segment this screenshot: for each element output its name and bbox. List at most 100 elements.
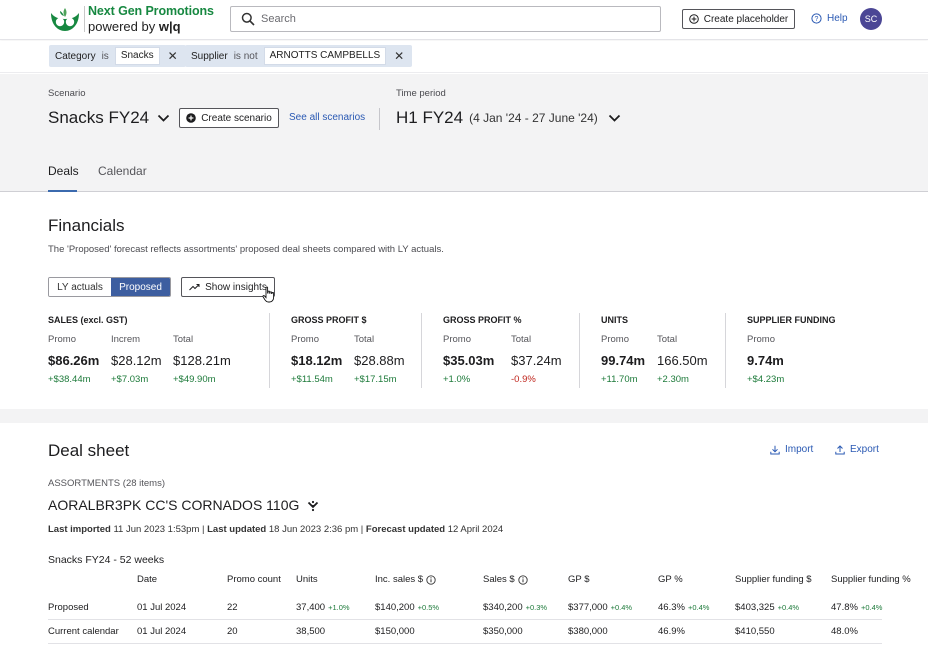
svg-text:?: ? [815,16,819,23]
header-divider [379,108,380,130]
hand-cursor-icon [262,286,275,303]
scenario-dropdown[interactable]: Snacks FY24 [48,108,170,128]
help-icon: ? [811,13,822,24]
row-divider [48,619,882,620]
logo-divider [84,6,85,32]
metric-value: $37.24m [511,353,562,368]
table-cell: 20 [227,626,238,637]
table-cell: $150,000 [375,626,415,637]
metric-delta: +$11.54m [291,374,333,385]
metric-delta: +11.70m [601,374,638,385]
create-placeholder-button[interactable]: Create placeholder [682,9,795,29]
cell-value: $377,000 [568,602,608,613]
metric-value: $86.26m [48,353,100,368]
metric-label: Total [511,334,532,345]
info-icon[interactable] [426,574,436,585]
help-label: Help [827,13,848,24]
cell-value: $403,325 [735,602,775,613]
cell-delta: +0.4% [687,603,710,612]
top-bar: Next Gen Promotions powered by w|q Creat… [0,0,928,40]
column-header-promo-count: Promo count [227,574,281,585]
column-header-sales: Sales $ [483,574,528,585]
metric-value: $35.03m [443,353,495,368]
table-cell: 48.0% [831,626,858,637]
cell-delta: +0.3% [525,603,548,612]
toggle-proposed[interactable]: Proposed [111,278,170,296]
create-placeholder-label: Create placeholder [703,13,789,25]
cell-value: $140,200 [375,602,415,613]
metric-label: Promo [601,334,629,345]
filter-operator: is [101,50,109,62]
tab-calendar[interactable]: Calendar [98,164,147,178]
chevron-down-icon [608,114,620,122]
brand-sub-prefix: powered by [88,19,156,34]
time-period-dropdown[interactable]: H1 FY24 (4 Jan '24 - 27 June '24) [396,108,621,128]
table-cell: $377,000 +0.4% [568,602,632,613]
info-icon[interactable] [518,574,528,585]
column-header-label: GP $ [568,574,590,585]
metric-label: Promo [291,334,319,345]
metric-label: Promo [48,334,76,345]
metric-label: Promo [747,334,775,345]
plus-circle-filled-icon [186,113,197,123]
more-vertical-icon[interactable] [308,500,318,512]
filter-value: Snacks [114,47,160,65]
filter-key: Supplier [191,50,228,62]
filter-operator: is not [233,50,258,62]
filter-chip-supplier[interactable]: Supplier is not ARNOTTS CAMPBELLS ✕ [185,45,413,67]
table-cell: 38,500 [296,626,326,637]
cell-value: 22 [227,602,238,613]
assortments-count-label: ASSORTMENTS (28 items) [48,478,166,489]
last-imported-value: 11 Jun 2023 1:53pm [113,524,200,535]
column-header-label: Sales $ [483,574,515,585]
toggle-ly-actuals[interactable]: LY actuals [49,278,111,296]
table-cell: $140,200 +0.5% [375,602,439,613]
cell-delta: +1.0% [328,603,350,612]
user-avatar[interactable]: SC [860,8,882,30]
forecast-toggle: LY actuals Proposed [48,277,171,297]
metric-delta: +$4.23m [747,374,785,385]
import-button[interactable]: Import [770,444,813,455]
last-updated-value: 18 Jun 2023 2:36 pm [268,524,359,535]
scenario-label: Scenario [48,88,86,99]
help-link[interactable]: ? Help [811,13,848,24]
export-button[interactable]: Export [835,444,879,455]
see-all-scenarios-link[interactable]: See all scenarios [289,112,365,123]
cell-value: 46.3% [658,602,685,613]
metric-label: Promo [443,334,471,345]
column-header-gp-pct: GP % [658,574,683,585]
create-scenario-button[interactable]: Create scenario [179,108,279,128]
import-label: Import [785,444,814,455]
table-cell: 01 Jul 2024 [137,626,187,637]
row-label-proposed: Proposed [48,602,89,613]
filter-chip-category[interactable]: Category is Snacks ✕ [49,45,186,67]
search-input[interactable] [261,10,651,28]
metric-delta: +1.0% [443,374,471,385]
cell-delta: +0.5% [417,603,440,612]
row-label-current-calendar: Current calendar [48,626,119,637]
search-box[interactable] [230,6,661,32]
table-cell: 46.9% [658,626,685,637]
cell-value: 01 Jul 2024 [137,602,187,613]
table-cell: 37,400 +1.0% [296,602,350,613]
last-updated-label: Last updated [207,524,267,535]
time-period-name: H1 FY24 [396,108,464,127]
metric-value: 99.74m [601,353,646,368]
assortment-name: AORALBR3PK CC'S CORNADOS 110G [48,497,300,513]
table-cell: 46.3% +0.4% [658,602,709,613]
show-insights-button[interactable]: Show insights [181,277,275,297]
column-header-date: Date [137,574,157,585]
assortment-dropdown[interactable]: AORALBR3PK CC'S CORNADOS 110G [48,497,319,513]
last-imported-label: Last imported [48,524,111,535]
metric-group-title: GROSS PROFIT $ [291,315,367,325]
forecast-updated-label: Forecast updated [365,524,446,535]
cell-value: $340,200 [483,602,523,613]
financials-title: Financials [48,216,125,235]
tab-deals[interactable]: Deals [48,164,79,178]
table-cell: 47.8% +0.4% [831,602,882,613]
metric-value: $28.88m [354,353,405,368]
column-header-inc-sales: Inc. sales $ [375,574,436,585]
metric-delta: +$7.03m [111,374,149,385]
close-icon[interactable]: ✕ [160,49,186,63]
close-icon[interactable]: ✕ [386,49,412,63]
